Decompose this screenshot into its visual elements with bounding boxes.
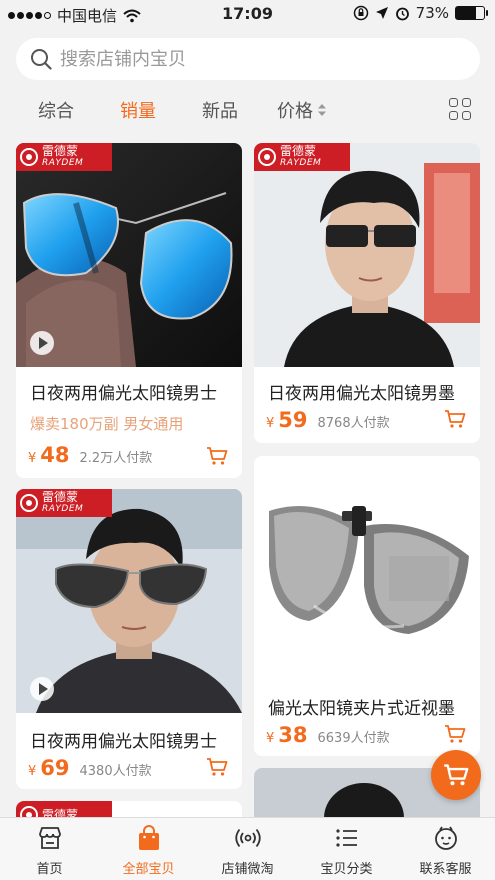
cart-icon [444, 764, 469, 786]
product-image[interactable]: 雷德蒙 RAYDEM [16, 143, 242, 367]
product-image[interactable]: 雷德蒙 RAYDEM [16, 489, 242, 713]
broadcast-icon [234, 828, 261, 848]
sort-tab-price-label: 价格 [277, 101, 313, 122]
product-promo: 爆卖180万副 男女通用 [30, 415, 184, 433]
location-icon [375, 7, 388, 19]
product-title[interactable]: 日夜两用偏光太阳镜男士 [30, 379, 230, 404]
sort-arrows-icon [318, 104, 326, 116]
product-price: ¥ 48 2.2万人付款 [28, 443, 153, 467]
product-title[interactable]: 偏光太阳镜夹片式近视墨 [268, 694, 468, 719]
sort-bar: 综合 销量 新品 价格 [0, 88, 495, 128]
add-to-cart-icon[interactable] [206, 757, 228, 777]
sold-count: 8768人付款 [317, 416, 390, 431]
rotation-lock-icon [353, 5, 368, 21]
product-price: ¥ 38 6639人付款 [266, 723, 390, 747]
sold-count: 2.2万人付款 [79, 451, 153, 466]
floating-cart-button[interactable] [431, 750, 481, 800]
sort-tab-new[interactable]: 新品 [202, 97, 238, 123]
product-card[interactable]: 雷德蒙 RAYDEM 日夜两用偏光太阳镜男士 爆卖180万副 男女通用 ¥ 48 … [16, 143, 242, 478]
play-video-icon[interactable] [30, 677, 54, 701]
layout-toggle-icon[interactable] [449, 98, 471, 120]
tab-label: 全部宝贝 [122, 862, 175, 877]
product-card[interactable]: 雷德蒙 RAYDEM 日夜两用偏光太阳镜男士 ¥ 69 4380人付款 [16, 489, 242, 789]
brand-badge: 雷德蒙 RAYDEM [254, 143, 350, 171]
product-price: ¥ 59 8768人付款 [266, 408, 390, 432]
brand-logo-icon [258, 148, 276, 166]
sold-count: 4380人付款 [79, 764, 152, 779]
battery-percent: 73% [415, 4, 449, 22]
search-input[interactable] [60, 48, 440, 70]
product-image[interactable]: 雷德蒙 RAYDEM [254, 143, 480, 367]
product-title[interactable]: 日夜两用偏光太阳镜男墨 [268, 379, 468, 404]
add-to-cart-icon[interactable] [444, 409, 466, 429]
sort-tab-sales[interactable]: 销量 [120, 97, 156, 123]
tab-customer-service[interactable]: 联系客服 [396, 818, 495, 880]
product-image[interactable] [254, 456, 480, 680]
brand-badge: 雷德蒙 RAYDEM [16, 143, 112, 171]
sold-count: 6639人付款 [317, 731, 390, 746]
sort-tab-comprehensive[interactable]: 综合 [38, 97, 74, 123]
status-bar: 中国电信 17:09 73% [0, 0, 495, 28]
service-face-icon [434, 826, 457, 850]
battery-icon [455, 6, 488, 20]
add-to-cart-icon[interactable] [444, 724, 466, 744]
product-price: ¥ 69 4380人付款 [28, 756, 152, 780]
product-title[interactable]: 日夜两用偏光太阳镜男士 [30, 727, 230, 752]
tab-all-items[interactable]: 全部宝贝 [99, 818, 198, 880]
product-card[interactable]: 雷德蒙 RAYDEM 日夜两用偏光太阳镜男墨 ¥ 59 8768人付款 [254, 143, 480, 443]
shopping-bag-icon [138, 825, 159, 850]
play-video-icon[interactable] [30, 331, 54, 355]
tab-categories[interactable]: 宝贝分类 [297, 818, 396, 880]
tab-label: 宝贝分类 [320, 862, 373, 877]
tab-label: 联系客服 [419, 862, 472, 877]
list-icon [335, 829, 357, 847]
brand-logo-icon [20, 494, 38, 512]
tab-home[interactable]: 首页 [0, 818, 99, 880]
tab-store-feed[interactable]: 店铺微淘 [198, 818, 297, 880]
store-icon [38, 827, 61, 849]
search-icon [31, 49, 52, 70]
tab-label: 店铺微淘 [221, 862, 274, 877]
bottom-tab-bar: 首页 全部宝贝 店铺微淘 宝贝分类 联系客服 [0, 817, 495, 880]
brand-logo-icon [20, 148, 38, 166]
search-bar[interactable] [16, 38, 480, 80]
alarm-icon [395, 7, 409, 20]
brand-badge: 雷德蒙 RAYDEM [16, 489, 112, 517]
sort-tab-price[interactable]: 价格 [277, 97, 327, 123]
product-card[interactable]: 偏光太阳镜夹片式近视墨 ¥ 38 6639人付款 [254, 456, 480, 756]
add-to-cart-icon[interactable] [206, 446, 228, 466]
tab-label: 首页 [36, 862, 63, 877]
